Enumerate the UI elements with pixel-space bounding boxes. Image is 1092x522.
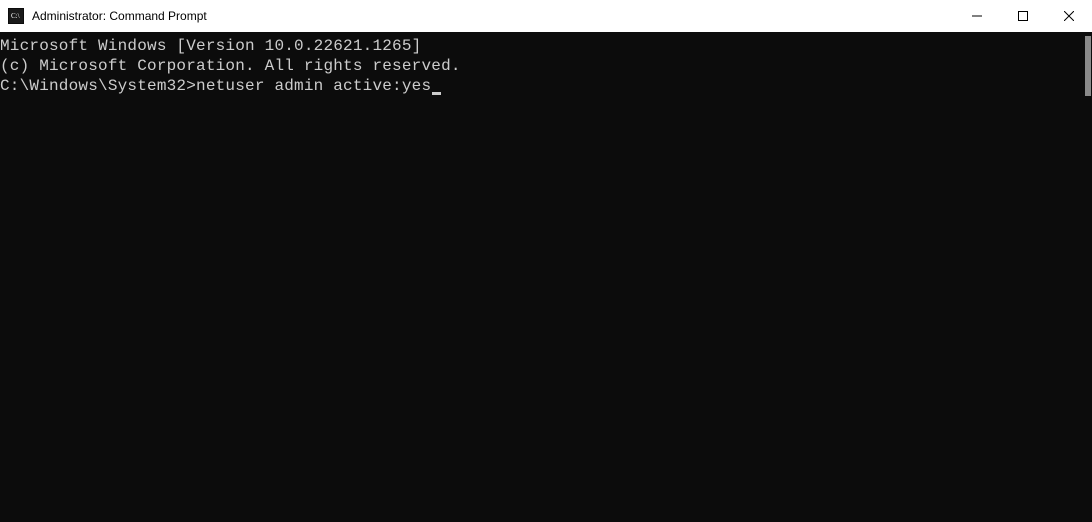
cursor-icon [432, 92, 441, 95]
version-line: Microsoft Windows [Version 10.0.22621.12… [0, 36, 1092, 56]
scrollbar-thumb[interactable] [1085, 36, 1091, 96]
minimize-button[interactable] [954, 0, 1000, 32]
close-button[interactable] [1046, 0, 1092, 32]
prompt-path: C:\Windows\System32> [0, 77, 196, 95]
window-controls [954, 0, 1092, 32]
copyright-line: (c) Microsoft Corporation. All rights re… [0, 56, 1092, 76]
prompt-line: C:\Windows\System32>netuser admin active… [0, 76, 1092, 96]
svg-text:C:\: C:\ [11, 12, 20, 20]
command-input[interactable]: netuser admin active:yes [196, 77, 431, 95]
window-title: Administrator: Command Prompt [32, 9, 954, 23]
terminal-area[interactable]: Microsoft Windows [Version 10.0.22621.12… [0, 32, 1092, 522]
titlebar: C:\ Administrator: Command Prompt [0, 0, 1092, 32]
maximize-button[interactable] [1000, 0, 1046, 32]
cmd-icon: C:\ [8, 8, 24, 24]
